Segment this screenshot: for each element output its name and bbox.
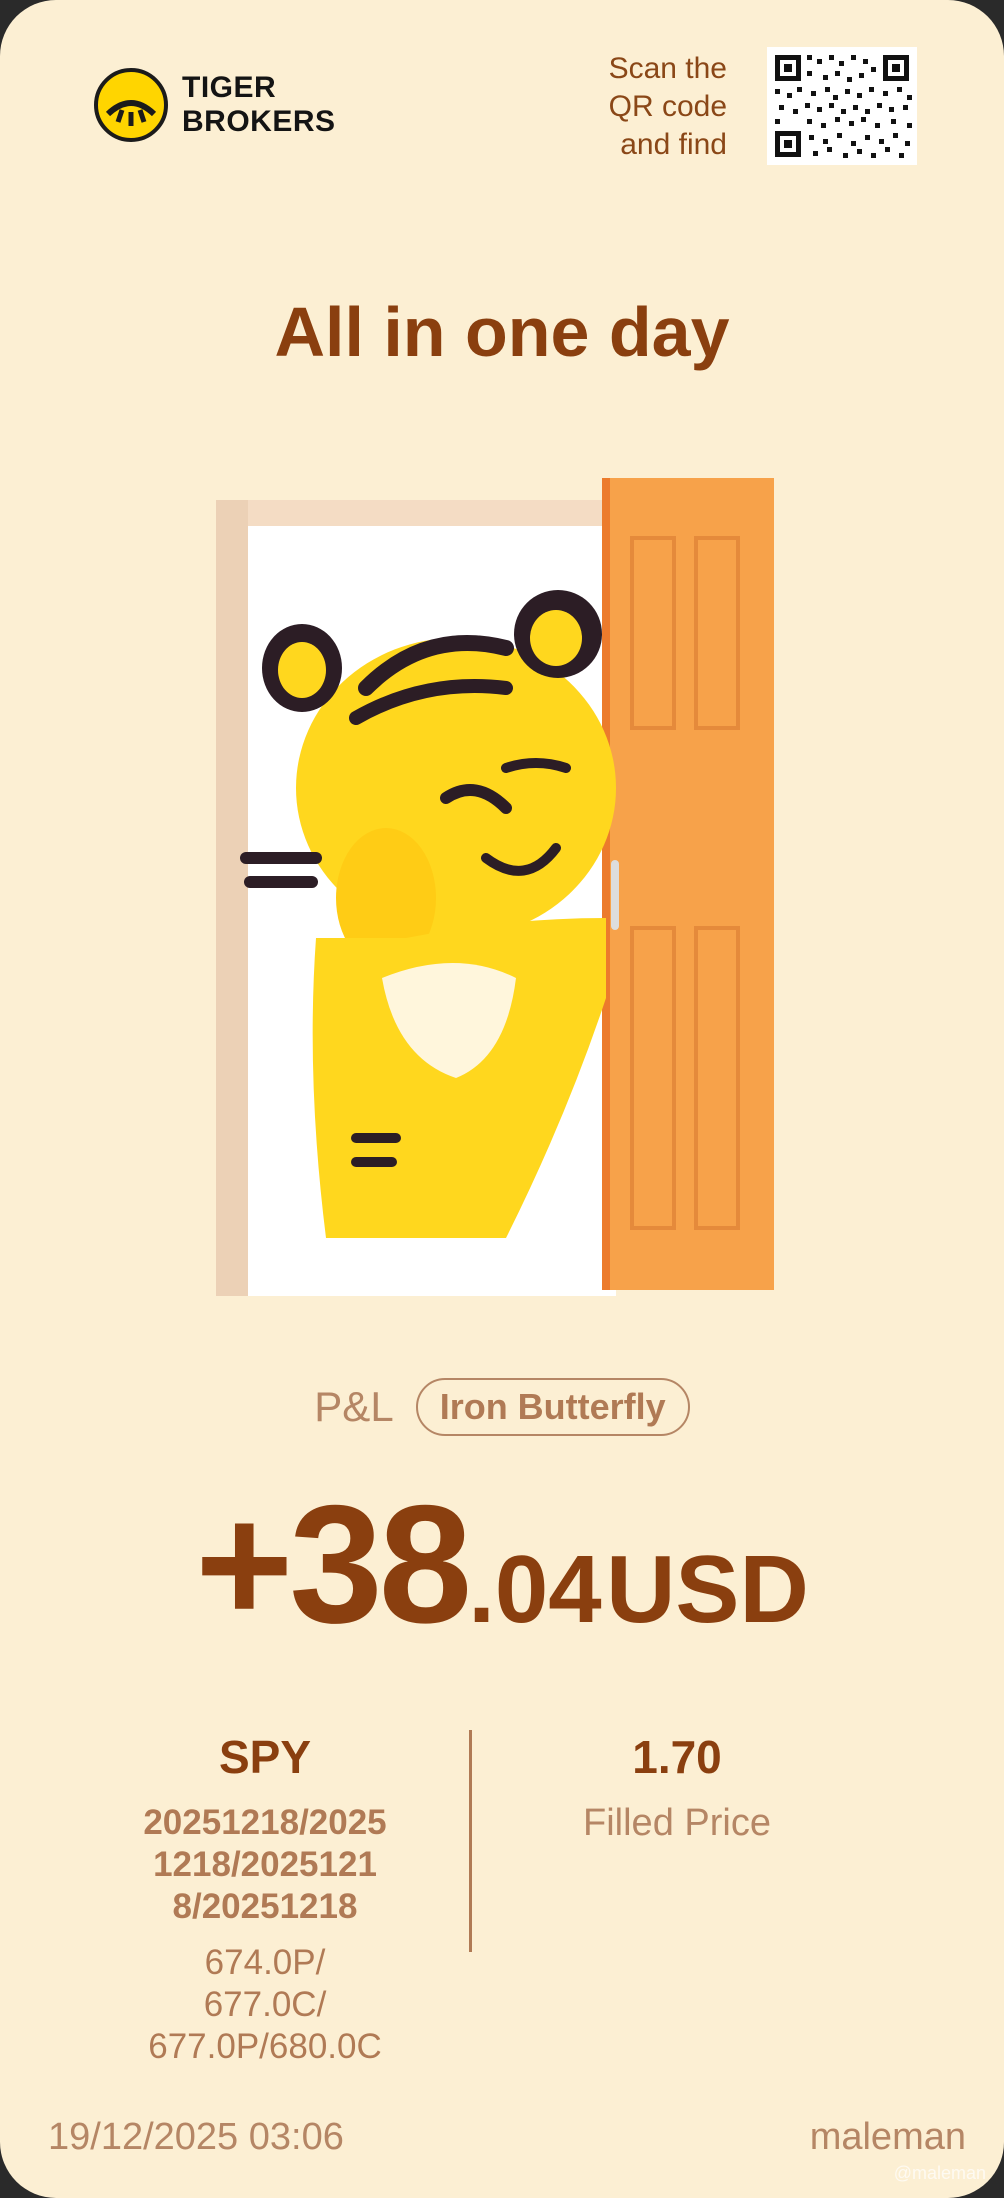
strike-1: 674.0P/	[204, 1943, 326, 1982]
author-name: maleman	[809, 2116, 966, 2158]
pl-amount: +38.04 USD	[0, 1468, 1004, 1661]
tiger-door-illustration	[206, 478, 776, 1298]
filled-price: 1.70	[632, 1731, 722, 1783]
symbol: SPY	[218, 1731, 312, 1783]
strike-3: 677.0P/680.0C	[148, 2027, 382, 2066]
brand-line2: BROKERS	[182, 105, 336, 138]
strategy-badge: Iron Butterfly	[415, 1378, 690, 1436]
pnl-share-card: TIGER BROKERS Scan the QR code and find	[0, 0, 1004, 2198]
timestamp: 19/12/2025 03:06	[48, 2116, 344, 2158]
scan-line1: Scan the	[608, 52, 727, 85]
pl-currency: USD	[606, 1536, 809, 1643]
brand-line1: TIGER	[182, 71, 277, 104]
fill-details: 1.70 Filled Price	[520, 1730, 834, 1845]
strike-2: 677.0C/	[203, 1985, 327, 2024]
headline: All in one day	[274, 293, 730, 371]
scan-line3: and find	[620, 128, 727, 161]
scan-instructions: Scan the QR code and find	[527, 50, 727, 164]
pl-amount-decimal: .04	[468, 1536, 602, 1643]
watermark: @maleman	[893, 2163, 986, 2183]
pl-row: P&L Iron Butterfly	[0, 1378, 1004, 1436]
pl-amount-integer: +38	[195, 1470, 472, 1658]
column-divider	[469, 1730, 472, 1952]
strikes: 674.0P/ 677.0C/ 677.0P/680.0C	[110, 1942, 420, 2068]
tiger-logo-icon	[94, 68, 168, 142]
pl-label: P&L	[314, 1383, 394, 1430]
expiry-dates: 20251218/20251218/20251218/20251218	[143, 1803, 387, 1926]
scan-line2: QR code	[608, 90, 727, 123]
filled-price-label: Filled Price	[583, 1802, 771, 1844]
qr-code[interactable]	[767, 47, 917, 165]
trade-details: SPY 20251218/20251218/20251218/20251218 …	[110, 1730, 420, 2068]
tiger-brokers-logo: TIGER BROKERS	[94, 68, 336, 142]
